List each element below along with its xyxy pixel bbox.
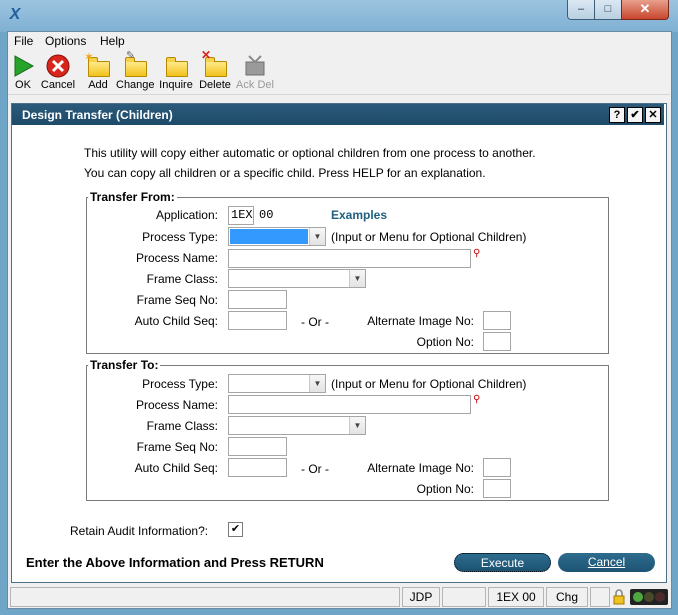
application-input[interactable]: 1EX — [228, 206, 254, 225]
inquire-folder-icon — [164, 54, 188, 78]
change-button[interactable]: ✎ Change — [116, 50, 155, 93]
status-mode: Chg — [546, 587, 588, 607]
delete-button[interactable]: ✕ Delete — [198, 48, 232, 93]
ok-label: OK — [15, 79, 31, 91]
menu-file[interactable]: File — [14, 34, 33, 48]
menu-options[interactable]: Options — [45, 34, 86, 48]
from-process-name-input[interactable] — [228, 249, 471, 268]
retain-audit-checkbox[interactable]: ✔ — [228, 522, 243, 537]
from-process-type-label: Process Type: — [142, 230, 218, 244]
status-empty-cell — [442, 587, 486, 607]
to-option-label: Option No: — [416, 482, 474, 496]
delete-folder-icon: ✕ — [201, 48, 227, 78]
from-option-input[interactable] — [483, 332, 511, 351]
to-alt-image-label: Alternate Image No: — [367, 461, 474, 475]
chevron-down-icon: ▼ — [349, 270, 365, 287]
status-user: JDP — [402, 587, 440, 607]
inquire-label: Inquire — [159, 79, 193, 91]
cancel-label: Cancel — [40, 79, 76, 91]
footer-instruction: Enter the Above Information and Press RE… — [26, 555, 324, 570]
add-button[interactable]: ✶ Add — [84, 50, 112, 93]
cancel-toolbar-button[interactable]: Cancel — [40, 53, 76, 93]
transfer-from-title: Transfer From: — [88, 190, 177, 204]
status-empty-cell-2 — [590, 587, 610, 607]
menu-help[interactable]: Help — [100, 34, 125, 48]
dialog-help-button[interactable]: ? — [609, 107, 625, 123]
from-or-text: - Or - — [301, 315, 329, 329]
ack-del-label: Ack Del — [236, 79, 274, 91]
status-message-cell — [10, 587, 400, 607]
to-process-name-input[interactable] — [228, 395, 471, 414]
to-option-input[interactable] — [483, 479, 511, 498]
to-frame-seq-input[interactable] — [228, 437, 287, 456]
inquire-button[interactable]: Inquire — [158, 53, 194, 93]
lock-icon — [612, 589, 626, 605]
to-frame-class-select[interactable]: ▼ — [228, 416, 366, 435]
minimize-button[interactable]: ‒ — [567, 0, 595, 20]
to-or-text: - Or - — [301, 462, 329, 476]
from-process-name-search-icon[interactable]: ⚲ — [473, 248, 480, 259]
change-folder-icon: ✎ — [123, 50, 147, 78]
to-frame-seq-label: Frame Seq No: — [136, 440, 218, 454]
chevron-down-icon: ▼ — [349, 417, 365, 434]
execute-button[interactable]: Execute — [454, 553, 551, 572]
status-app: 1EX 00 — [488, 587, 544, 607]
traffic-light-icon — [630, 589, 668, 605]
application-label: Application: — [155, 208, 218, 222]
to-process-type-note: (Input or Menu for Optional Children) — [331, 377, 527, 391]
chevron-down-icon: ▼ — [309, 228, 325, 245]
from-option-label: Option No: — [416, 335, 474, 349]
dialog-close-button[interactable]: ✕ — [645, 107, 661, 123]
dialog-titlebar: Design Transfer (Children) — [12, 104, 664, 125]
from-frame-class-label: Frame Class: — [146, 272, 218, 286]
to-frame-class-label: Frame Class: — [146, 419, 218, 433]
from-frame-seq-label: Frame Seq No: — [136, 293, 218, 307]
examples-link[interactable]: Examples — [331, 208, 387, 222]
from-process-name-label: Process Name: — [135, 251, 218, 265]
cancel-icon — [46, 54, 70, 78]
dialog-title: Design Transfer (Children) — [22, 108, 173, 122]
app-icon: X — [9, 6, 21, 23]
to-auto-child-input[interactable] — [228, 458, 287, 477]
from-frame-seq-input[interactable] — [228, 290, 287, 309]
from-auto-child-input[interactable] — [228, 311, 287, 330]
dialog-accept-button[interactable]: ✔ — [627, 107, 643, 123]
to-process-name-label: Process Name: — [135, 398, 218, 412]
delete-label: Delete — [199, 79, 231, 91]
to-alt-image-input[interactable] — [483, 458, 511, 477]
from-process-type-select[interactable]: ▼ — [228, 227, 326, 246]
ack-del-button[interactable]: Ack Del — [236, 53, 274, 93]
to-process-type-label: Process Type: — [142, 377, 218, 391]
intro-line-2: You can copy all children or a specific … — [84, 166, 486, 180]
ok-button[interactable]: OK — [10, 53, 36, 93]
chevron-down-icon: ▼ — [309, 375, 325, 392]
cancel-button[interactable]: Cancel — [558, 553, 655, 572]
to-process-type-select[interactable]: ▼ — [228, 374, 326, 393]
window-close-button[interactable]: ✕ — [621, 0, 669, 20]
ack-del-icon — [245, 55, 265, 76]
from-process-type-note: (Input or Menu for Optional Children) — [331, 230, 527, 244]
add-label: Add — [88, 79, 108, 91]
ok-icon — [14, 55, 35, 77]
from-alt-image-input[interactable] — [483, 311, 511, 330]
add-folder-icon: ✶ — [84, 50, 110, 78]
change-label: Change — [116, 79, 155, 91]
from-alt-image-label: Alternate Image No: — [367, 314, 474, 328]
to-auto-child-label: Auto Child Seq: — [134, 461, 218, 475]
application-version: 00 — [259, 208, 274, 222]
maximize-button[interactable]: □ — [594, 0, 622, 20]
from-frame-class-select[interactable]: ▼ — [228, 269, 366, 288]
intro-line-1: This utility will copy either automatic … — [84, 146, 536, 160]
retain-audit-label: Retain Audit Information?: — [70, 524, 209, 538]
to-process-name-search-icon[interactable]: ⚲ — [473, 394, 480, 405]
transfer-to-title: Transfer To: — [88, 358, 161, 372]
from-auto-child-label: Auto Child Seq: — [134, 314, 218, 328]
